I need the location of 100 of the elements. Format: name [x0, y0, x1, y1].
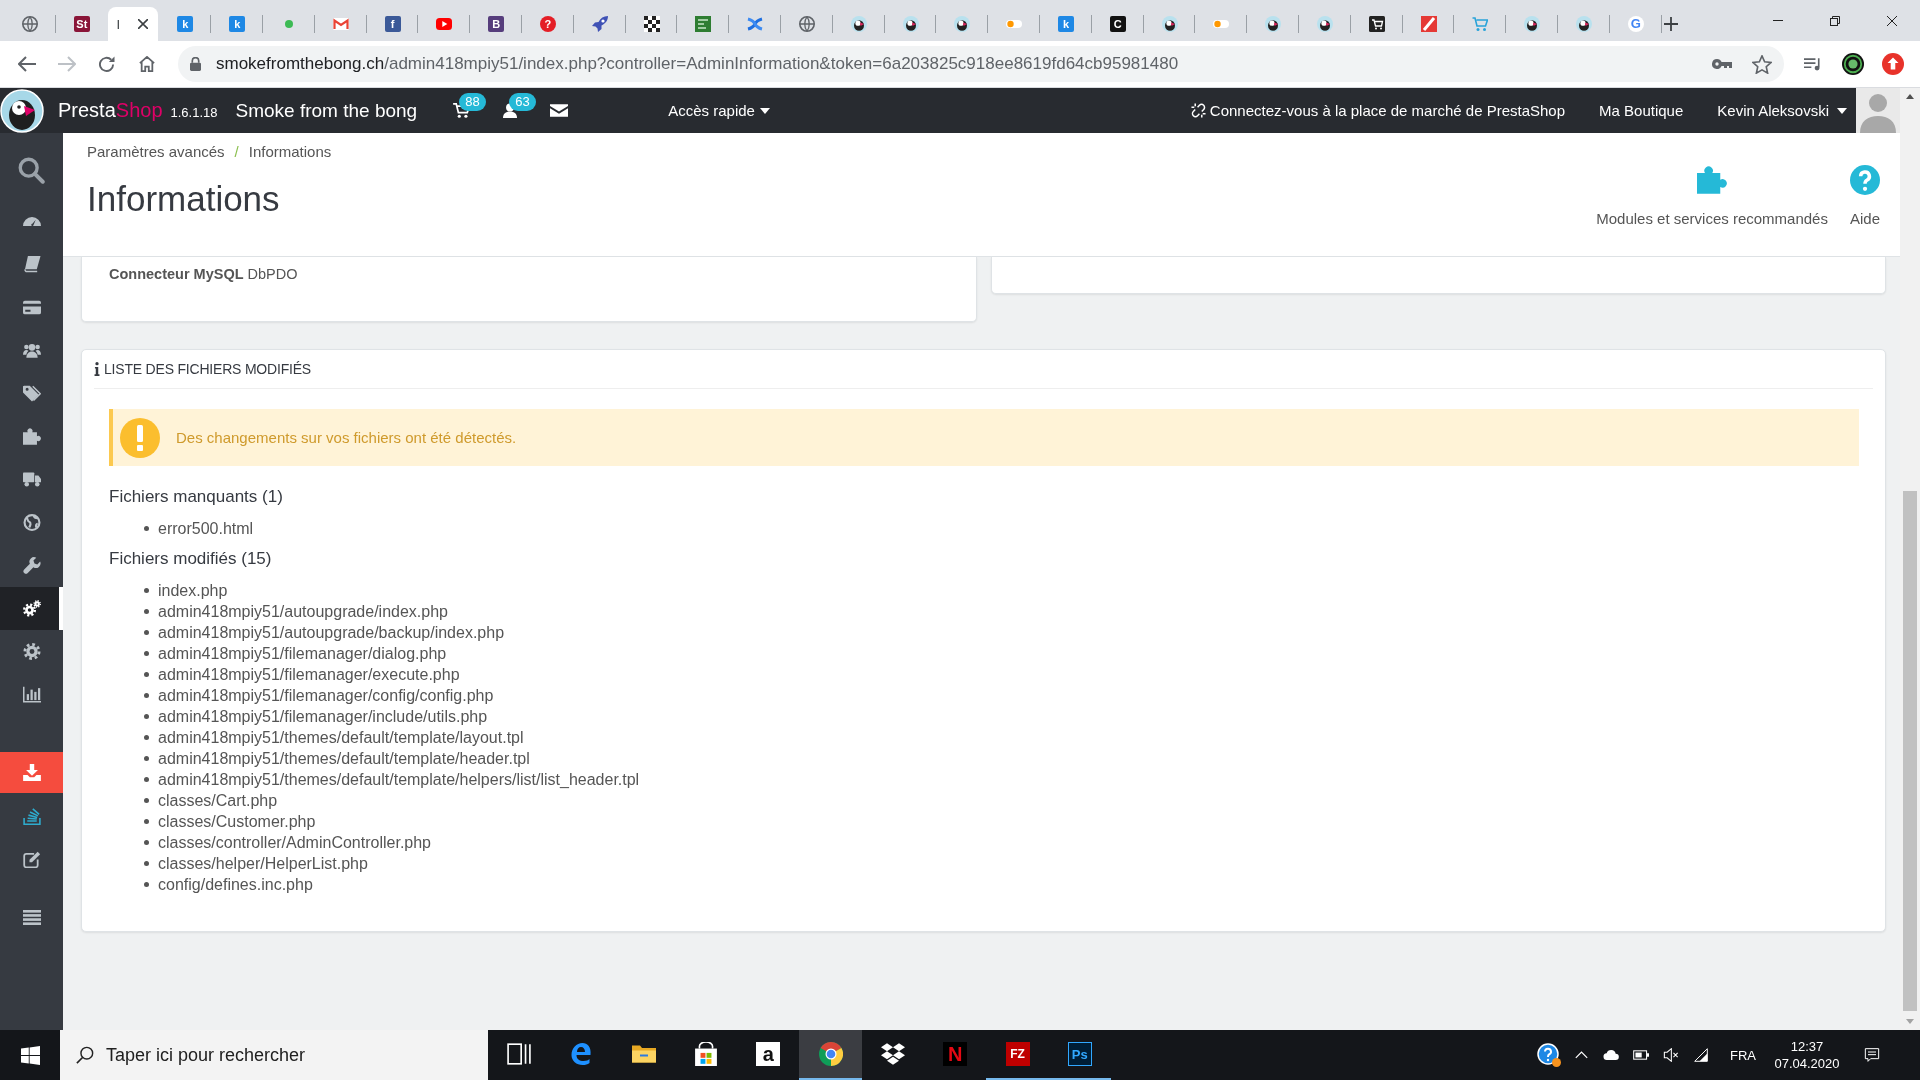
media-list-icon[interactable]	[1804, 56, 1822, 72]
scrollbar[interactable]	[1900, 88, 1920, 1030]
letter-tile-icon: C	[1109, 16, 1126, 32]
taskbar-app[interactable]	[799, 1030, 862, 1080]
bullet-icon	[144, 798, 149, 803]
clock-date[interactable]: 07.04.2020	[1774, 1055, 1840, 1072]
app-logo-icon: FZ	[1005, 1042, 1030, 1066]
puzzle-icon	[1697, 165, 1728, 195]
file-path: classes/helper/HelperList.php	[158, 854, 368, 873]
bird-logo-icon[interactable]	[0, 88, 44, 133]
bullet-icon	[144, 819, 149, 824]
marketplace-link[interactable]: Connectez-vous à la place de marché de PrestaShop	[1190, 102, 1566, 119]
video-play-icon	[436, 16, 453, 32]
toolbar-button[interactable]: Modules et services recommandés	[1596, 165, 1828, 229]
language-indicator[interactable]: FRA	[1730, 1047, 1756, 1063]
browser-tab[interactable]: ?	[521, 7, 573, 41]
address-field[interactable]: smokefromthebong.ch/admin418mpiy51/index.php?controller=AdminInformation&token=6a203825c918ee8619fd64cb95981480	[178, 46, 1784, 82]
speaker-muted-icon[interactable]	[1663, 1048, 1679, 1062]
scroll-up-icon[interactable]	[1906, 94, 1914, 99]
taskbar-app[interactable]: Ps	[1048, 1030, 1111, 1080]
browser-tab[interactable]: G	[1609, 7, 1661, 41]
brand-logo-text[interactable]: PrestaShop	[58, 99, 163, 122]
scrollbar-thumb[interactable]	[1903, 491, 1917, 1011]
alert-message: Des changements sur vos fichiers ont été détectés.	[176, 429, 517, 446]
toolbar-button[interactable]: Aide	[1849, 165, 1880, 229]
browser-tab[interactable]: B	[470, 7, 521, 41]
bird-logo-icon	[1524, 16, 1541, 32]
restore-icon[interactable]	[1829, 15, 1840, 26]
file-path: classes/Customer.php	[158, 812, 316, 831]
rocket-icon	[591, 16, 608, 32]
star-icon[interactable]	[1752, 54, 1772, 74]
breadcrumb-separator: /	[234, 142, 239, 162]
shop-name[interactable]: Smoke from the bong	[235, 99, 418, 122]
book-icon	[22, 256, 41, 273]
quick-access-dropdown[interactable]: Accès rapide	[668, 102, 770, 119]
puzzle-icon	[22, 428, 41, 445]
bird-logo-icon	[1575, 16, 1592, 32]
avatar-icon[interactable]	[1842, 53, 1864, 75]
browser-tab[interactable]: C	[1091, 7, 1143, 41]
file-path: error500.html	[158, 519, 254, 538]
search-field[interactable]: Taper ici pour rechercher	[60, 1030, 488, 1080]
toolbar-label: Modules et services recommandés	[1596, 209, 1828, 229]
chevron-up-icon[interactable]	[1574, 1051, 1588, 1059]
envelope-icon[interactable]	[550, 104, 569, 117]
app-logo-icon: N	[943, 1042, 968, 1066]
globe-icon	[22, 16, 38, 32]
letter-tile-icon: St	[73, 16, 90, 32]
stack-icon	[22, 808, 41, 825]
bullet-icon	[144, 630, 149, 635]
tags-icon	[22, 385, 41, 402]
key-icon[interactable]	[1712, 59, 1732, 69]
back-arrow-icon[interactable]	[18, 56, 36, 72]
cloud-icon[interactable]	[1603, 1048, 1619, 1062]
browser-tab[interactable]: k	[1039, 7, 1091, 41]
letter-logo-icon: G	[1627, 16, 1644, 32]
windows-logo-icon[interactable]	[20, 1045, 40, 1065]
battery-icon[interactable]	[1633, 1048, 1649, 1062]
taskbar-app[interactable]: a	[737, 1030, 800, 1080]
bird-logo-icon	[954, 16, 971, 32]
home-icon[interactable]	[138, 56, 156, 72]
shopping-bag-icon	[694, 1042, 719, 1066]
grid-icon	[643, 16, 660, 32]
breadcrumb-link[interactable]: Paramètres avancés	[87, 142, 225, 162]
browser-tab[interactable]: St	[55, 7, 107, 41]
search-icon	[76, 1046, 94, 1064]
help-icon[interactable]	[1536, 1043, 1561, 1067]
employee-dropdown[interactable]: Kevin Aleksovski	[1717, 102, 1847, 119]
file-path: admin418mpiy51/themes/default/template/helpers/list/list_header.tpl	[158, 770, 640, 789]
browser-tab[interactable]: f	[366, 7, 418, 41]
browser-tab[interactable]: k	[211, 7, 262, 41]
update-icon[interactable]	[1882, 53, 1904, 75]
file-path: classes/controller/AdminController.php	[158, 833, 431, 852]
taskbar-app[interactable]: N	[924, 1030, 987, 1080]
shop-link[interactable]: Ma Boutique	[1599, 102, 1684, 119]
minimize-icon[interactable]	[1772, 20, 1783, 21]
bird-logo-icon	[1161, 16, 1178, 32]
reload-icon[interactable]	[98, 56, 116, 72]
lock-icon	[190, 57, 201, 71]
file-path: admin418mpiy51/filemanager/execute.php	[158, 665, 460, 684]
page-title: Informations	[87, 179, 280, 219]
bird-logo-icon	[1316, 16, 1333, 32]
file-path: admin418mpiy51/themes/default/template/layout.tpl	[158, 728, 524, 747]
file-path: config/defines.inc.php	[158, 875, 313, 894]
bullet-icon	[144, 609, 149, 614]
bullet-icon	[144, 714, 149, 719]
letter-tile-icon: ?	[539, 16, 556, 32]
clock-time[interactable]: 12:37	[1790, 1038, 1824, 1055]
edit-icon	[22, 851, 41, 868]
taskbar-app[interactable]: FZ	[986, 1030, 1049, 1080]
close-icon[interactable]	[1886, 15, 1897, 26]
close-icon[interactable]	[138, 19, 149, 29]
app-logo-icon: a	[756, 1042, 781, 1066]
letter-tile-icon: B	[488, 16, 505, 32]
signal-strength-icon[interactable]	[1693, 1048, 1709, 1062]
browser-tab[interactable]: k	[159, 7, 211, 41]
config-line: Connecteur MySQL DbPDO	[109, 265, 298, 284]
notifications-icon[interactable]	[1864, 1048, 1880, 1062]
sidebar-item[interactable]	[0, 587, 63, 630]
plus-icon[interactable]	[1663, 17, 1678, 31]
browser-tab[interactable]: I	[107, 7, 159, 41]
